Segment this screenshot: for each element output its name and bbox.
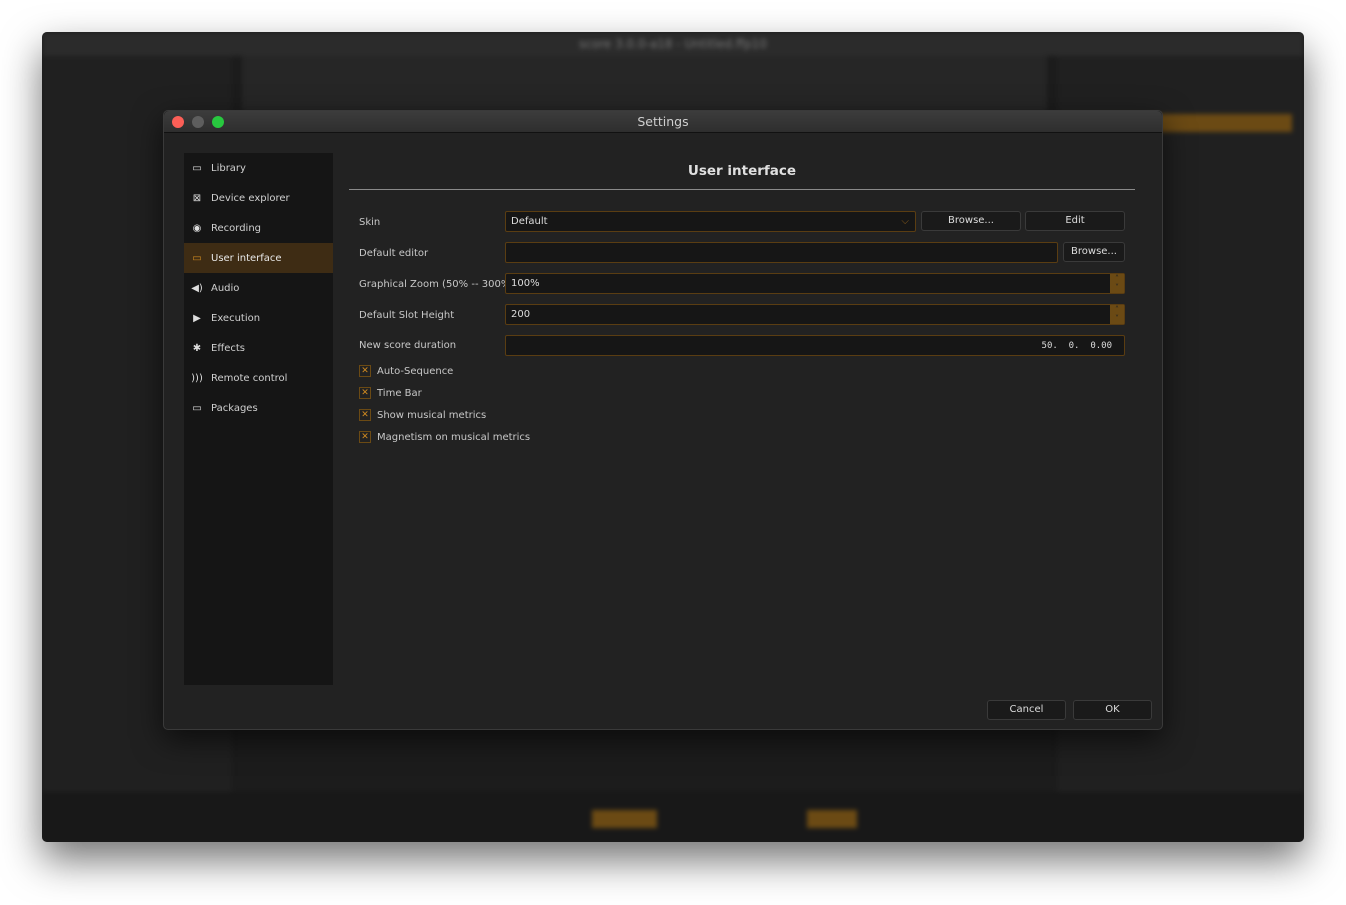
close-button[interactable] xyxy=(172,116,184,128)
auto-sequence-checkbox[interactable]: ✕ Auto-Sequence xyxy=(359,365,453,377)
spin-arrows-icon[interactable]: ˄ ˅ xyxy=(1110,274,1124,293)
sidebar-item-device-explorer[interactable]: ⊠ Device explorer xyxy=(184,183,333,213)
slot-height-value: 200 xyxy=(511,309,531,320)
zoom-button[interactable] xyxy=(212,116,224,128)
record-icon: ◉ xyxy=(192,222,202,234)
time-bar-checkbox[interactable]: ✕ Time Bar xyxy=(359,387,422,399)
sidebar-item-label: Effects xyxy=(211,342,245,354)
checkbox-label: Time Bar xyxy=(377,387,422,399)
chevron-down-icon: ⌵ xyxy=(901,216,909,227)
sidebar-item-label: Remote control xyxy=(211,372,288,384)
checkbox-label: Magnetism on musical metrics xyxy=(377,431,531,443)
sidebar-item-execution[interactable]: ▶ Execution xyxy=(184,303,333,333)
duration-label: New score duration xyxy=(359,340,457,351)
checkbox-label: Auto-Sequence xyxy=(377,365,454,377)
tempo-field xyxy=(592,810,657,828)
zoom-label: Graphical Zoom (50% -- 300%) xyxy=(359,279,515,290)
checkbox-checked-icon: ✕ xyxy=(359,387,371,399)
speaker-icon: ◀) xyxy=(191,282,203,294)
sidebar-item-packages[interactable]: ▭ Packages xyxy=(184,393,333,423)
duration-input[interactable]: 50. 0. 0.00 xyxy=(505,335,1125,356)
sidebar-item-library[interactable]: ▭ Library xyxy=(184,153,333,183)
transport-bar xyxy=(42,792,1304,842)
sidebar-item-user-interface[interactable]: ▭ User interface xyxy=(184,243,333,273)
sidebar-item-label: Library xyxy=(211,162,246,174)
checkbox-label: Show musical metrics xyxy=(377,409,487,421)
sidebar-item-label: User interface xyxy=(211,252,282,264)
checkbox-checked-icon: ✕ xyxy=(359,409,371,421)
slot-height-spinbox[interactable]: 200 ˄ ˅ xyxy=(505,304,1125,325)
sidebar-item-audio[interactable]: ◀) Audio xyxy=(184,273,333,303)
page-title: User interface xyxy=(349,151,1135,190)
checkbox-checked-icon: ✕ xyxy=(359,365,371,377)
default-editor-label: Default editor xyxy=(359,248,429,259)
ok-button[interactable]: OK xyxy=(1073,700,1152,720)
spin-arrows-icon[interactable]: ˄ ˅ xyxy=(1110,305,1124,324)
skin-edit-button[interactable]: Edit xyxy=(1025,211,1125,231)
dialog-title: Settings xyxy=(637,114,689,129)
skin-select[interactable]: Default ⌵ xyxy=(505,211,916,232)
volume-field xyxy=(807,810,857,828)
folder-icon: ▭ xyxy=(192,162,202,174)
musical-metrics-checkbox[interactable]: ✕ Show musical metrics xyxy=(359,409,486,421)
skin-browse-button[interactable]: Browse... xyxy=(921,211,1021,231)
play-icon: ▶ xyxy=(193,312,201,324)
cancel-button[interactable]: Cancel xyxy=(987,700,1066,720)
window-icon: ▭ xyxy=(192,252,202,264)
sidebar-item-recording[interactable]: ◉ Recording xyxy=(184,213,333,243)
device-icon: ⊠ xyxy=(192,192,202,204)
skin-value: Default xyxy=(511,216,548,227)
sidebar-item-effects[interactable]: ✱ Effects xyxy=(184,333,333,363)
sidebar-item-label: Execution xyxy=(211,312,261,324)
sidebar-item-label: Packages xyxy=(211,402,258,414)
app-title: score 3.0.0-a18 - Untitled.ffp10 xyxy=(42,32,1304,56)
default-editor-input[interactable] xyxy=(505,242,1058,263)
sidebar-item-remote-control[interactable]: ))) Remote control xyxy=(184,363,333,393)
settings-sidebar: ▭ Library ⊠ Device explorer ◉ Recording ▭ Us… xyxy=(184,153,333,685)
zoom-spinbox[interactable]: 100% ˄ ˅ xyxy=(505,273,1125,294)
package-icon: ▭ xyxy=(192,402,202,414)
skin-label: Skin xyxy=(359,217,381,228)
sidebar-item-label: Recording xyxy=(211,222,262,234)
checkbox-checked-icon: ✕ xyxy=(359,431,371,443)
timeline-ruler xyxy=(242,56,1047,111)
sidebar-item-label: Audio xyxy=(211,282,240,294)
zoom-value: 100% xyxy=(511,278,540,289)
puzzle-icon: ✱ xyxy=(192,342,202,354)
minimize-button[interactable] xyxy=(192,116,204,128)
magnetism-checkbox[interactable]: ✕ Magnetism on musical metrics xyxy=(359,431,530,443)
dialog-titlebar: Settings xyxy=(164,111,1162,133)
sidebar-item-label: Device explorer xyxy=(211,192,290,204)
slot-height-label: Default Slot Height xyxy=(359,310,455,321)
editor-browse-button[interactable]: Browse... xyxy=(1063,242,1125,262)
rss-icon: ))) xyxy=(191,372,203,384)
settings-dialog: Settings ▭ Library ⊠ Device explorer ◉ Reco… xyxy=(163,110,1163,730)
